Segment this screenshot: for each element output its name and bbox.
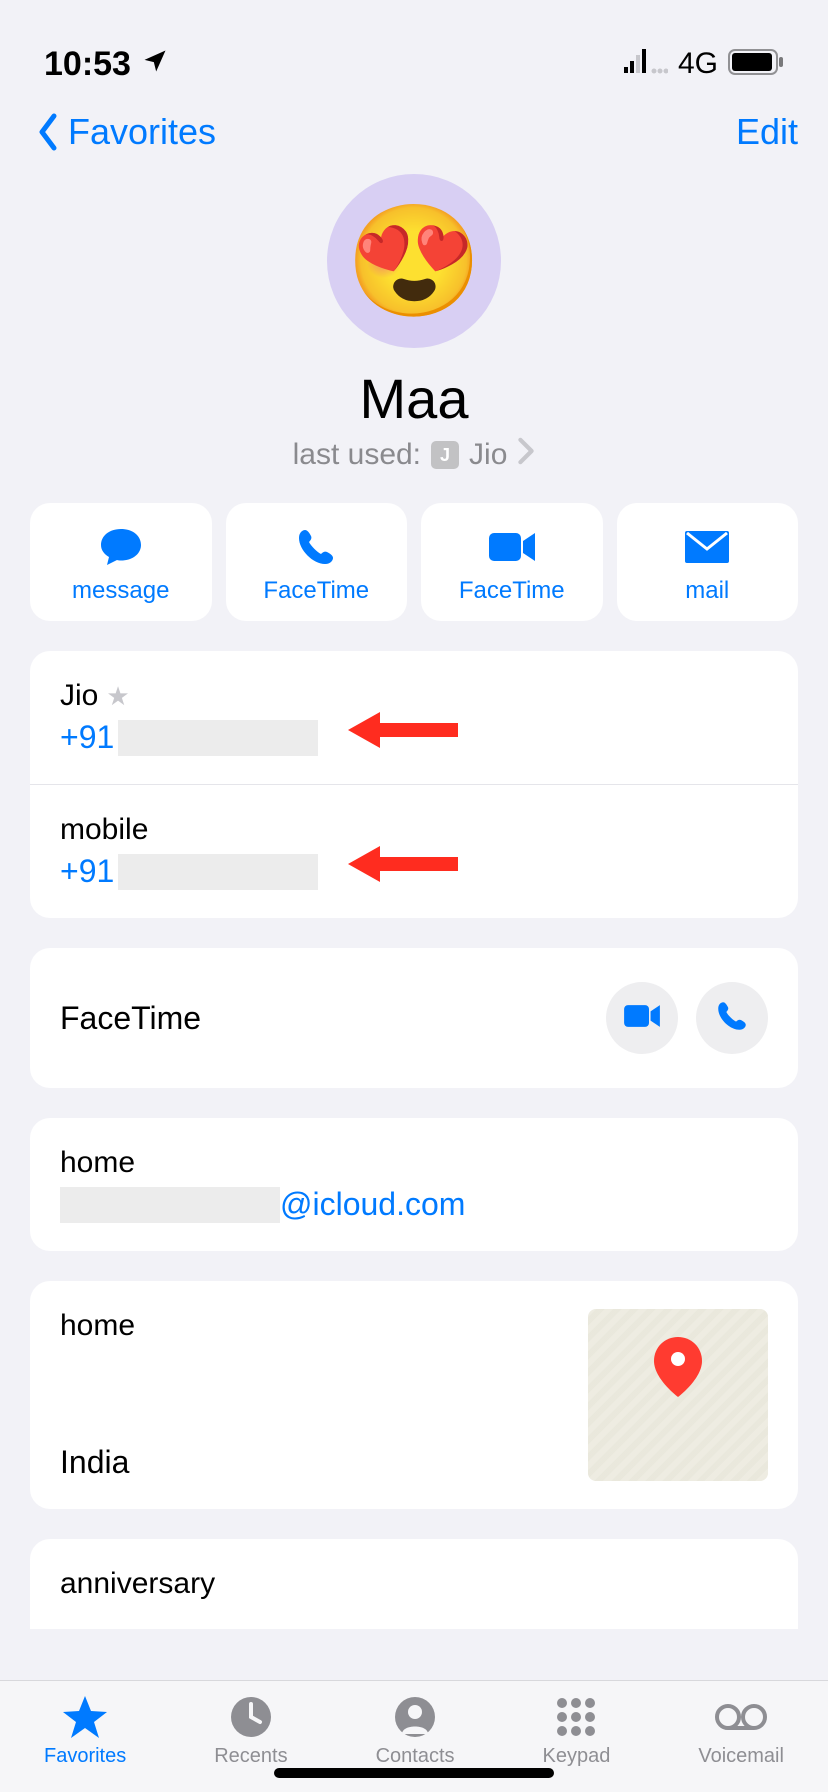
facetime-audio-call-button[interactable] <box>696 982 768 1054</box>
redacted-email-local <box>60 1187 280 1223</box>
phone-label: Jio <box>60 679 98 713</box>
tab-label: Voicemail <box>698 1745 784 1768</box>
voicemail-icon <box>714 1695 768 1739</box>
phone-label: mobile <box>60 813 148 847</box>
video-icon <box>487 525 537 569</box>
phone-row-jio[interactable]: Jio ★ +91 <box>30 651 798 784</box>
dates-card: anniversary <box>30 1539 798 1629</box>
home-indicator[interactable] <box>274 1768 554 1778</box>
tab-voicemail[interactable]: Voicemail <box>698 1695 784 1768</box>
message-button[interactable]: message <box>30 503 212 621</box>
email-domain: @icloud.com <box>280 1186 465 1223</box>
address-card: home India <box>30 1281 798 1509</box>
contact-name: Maa <box>360 366 469 431</box>
tab-label: Recents <box>214 1745 287 1768</box>
location-icon <box>141 45 169 84</box>
tab-label: Contacts <box>376 1745 455 1768</box>
redacted-number <box>118 720 318 756</box>
last-used-row[interactable]: last used: J Jio <box>293 437 536 473</box>
avatar[interactable]: 😍 <box>327 174 501 348</box>
tab-contacts[interactable]: Contacts <box>376 1695 455 1768</box>
last-used-sim: Jio <box>469 438 507 472</box>
dual-sim-signal-icon <box>624 45 668 84</box>
annotation-arrow <box>348 844 458 889</box>
phone-prefix: +91 <box>60 719 114 756</box>
phone-icon <box>715 999 749 1038</box>
tab-favorites[interactable]: Favorites <box>44 1695 126 1768</box>
person-icon <box>394 1695 436 1739</box>
video-icon <box>622 1002 662 1035</box>
action-label: FaceTime <box>263 577 369 605</box>
status-bar: 10:53 4G <box>0 0 828 100</box>
actions-row: message FaceTime FaceTime mail <box>0 503 828 651</box>
tab-label: Keypad <box>543 1745 611 1768</box>
email-label: home <box>60 1146 135 1180</box>
tab-label: Favorites <box>44 1745 126 1768</box>
battery-icon <box>728 45 784 84</box>
last-used-prefix: last used: <box>293 438 421 472</box>
map-pin-icon <box>654 1337 702 1402</box>
redacted-number <box>118 854 318 890</box>
star-icon <box>63 1695 107 1739</box>
email-row[interactable]: home @icloud.com <box>30 1118 798 1251</box>
back-button[interactable]: Favorites <box>30 110 216 154</box>
address-label: home <box>60 1309 135 1343</box>
action-label: message <box>72 577 169 605</box>
phone-prefix: +91 <box>60 853 114 890</box>
phone-numbers-card: Jio ★ +91 mobile +91 <box>30 651 798 918</box>
address-row[interactable]: home India <box>30 1281 798 1509</box>
facetime-video-call-button[interactable] <box>606 982 678 1054</box>
email-card: home @icloud.com <box>30 1118 798 1251</box>
facetime-label: FaceTime <box>60 1000 201 1037</box>
action-label: mail <box>685 577 729 605</box>
profile-header: 😍 Maa last used: J Jio <box>0 174 828 503</box>
facetime-audio-button[interactable]: FaceTime <box>226 503 408 621</box>
facetime-video-button[interactable]: FaceTime <box>421 503 603 621</box>
phone-icon <box>295 525 337 569</box>
back-label: Favorites <box>68 111 216 153</box>
map-thumbnail[interactable] <box>588 1309 768 1481</box>
annotation-arrow <box>348 710 458 755</box>
phone-row-mobile[interactable]: mobile +91 <box>30 784 798 918</box>
network-label: 4G <box>678 47 718 81</box>
edit-button[interactable]: Edit <box>736 111 798 153</box>
tab-recents[interactable]: Recents <box>214 1695 287 1768</box>
chevron-left-icon <box>30 110 66 154</box>
nav-bar: Favorites Edit <box>0 100 828 174</box>
mail-button[interactable]: mail <box>617 503 799 621</box>
avatar-emoji: 😍 <box>346 197 483 326</box>
message-icon <box>97 525 145 569</box>
tab-keypad[interactable]: Keypad <box>543 1695 611 1768</box>
keypad-icon <box>555 1695 597 1739</box>
facetime-card: FaceTime <box>30 948 798 1088</box>
anniversary-row[interactable]: anniversary <box>30 1539 798 1629</box>
chevron-right-icon <box>517 437 535 473</box>
status-time: 10:53 <box>44 45 131 84</box>
mail-icon <box>683 525 731 569</box>
address-country: India <box>60 1444 135 1481</box>
action-label: FaceTime <box>459 577 565 605</box>
clock-icon <box>230 1695 272 1739</box>
sim-badge: J <box>431 441 459 469</box>
date-label: anniversary <box>60 1567 215 1601</box>
star-icon: ★ <box>106 681 129 712</box>
